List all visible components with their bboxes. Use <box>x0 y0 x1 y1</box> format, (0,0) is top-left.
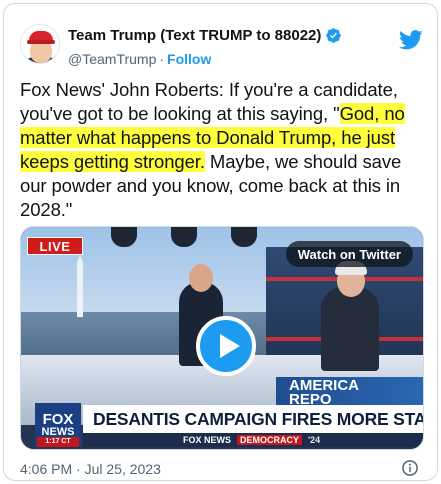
play-button[interactable] <box>196 316 256 376</box>
author-display-name[interactable]: Team Trump (Text TRUMP to 88022) <box>68 27 321 44</box>
handle-separator: · <box>159 51 165 67</box>
headline-box: DESANTIS CAMPAIGN FIRES MORE STAFF IN RE… <box>83 405 423 433</box>
anchor-right <box>321 261 379 371</box>
play-icon <box>220 334 240 358</box>
avatar-hat-brim <box>27 40 55 44</box>
watch-on-twitter-button[interactable]: Watch on Twitter <box>285 241 413 267</box>
info-icon[interactable] <box>401 459 419 477</box>
verified-badge-icon <box>326 28 342 43</box>
tweet-card[interactable]: Team Trump (Text TRUMP to 88022) @TeamTr… <box>3 3 438 481</box>
ticker-tag: DEMOCRACY <box>237 435 303 445</box>
anchor-left-head <box>189 264 213 292</box>
chyron-time: 1:17 CT <box>37 437 79 447</box>
video-player[interactable]: AMERICA REPO LIVE Watch on Twitter FOX NE… <box>20 226 424 450</box>
ticker-year: '24 <box>308 435 321 445</box>
logo-bottom-text: NEWS <box>41 425 75 438</box>
chyron-headline: DESANTIS CAMPAIGN FIRES MORE STAFF IN RE… <box>93 408 423 429</box>
tweet-text: Fox News' John Roberts: If you're a cand… <box>20 78 425 222</box>
author-handle[interactable]: @TeamTrump <box>68 51 156 67</box>
author-handle-row: @TeamTrump · Follow <box>68 51 211 67</box>
logo-top-text: FOX <box>42 410 74 428</box>
live-badge: LIVE <box>27 237 83 255</box>
twitter-bird-icon[interactable] <box>399 30 423 50</box>
avatar[interactable] <box>20 24 60 64</box>
ticker-brand: FOX NEWS <box>183 435 232 445</box>
news-chyron: FOX NEWS 1:17 CT DESANTIS CAMPAIGN FIRES… <box>21 401 423 449</box>
chyron-ticker: FOX NEWS DEMOCRACY '24 <box>83 433 423 447</box>
author-name-row[interactable]: Team Trump (Text TRUMP to 88022) <box>68 27 342 44</box>
tweet-timestamp[interactable]: 4:06 PM · Jul 25, 2023 <box>20 461 161 477</box>
washington-monument <box>77 255 83 317</box>
follow-button[interactable]: Follow <box>167 51 211 67</box>
